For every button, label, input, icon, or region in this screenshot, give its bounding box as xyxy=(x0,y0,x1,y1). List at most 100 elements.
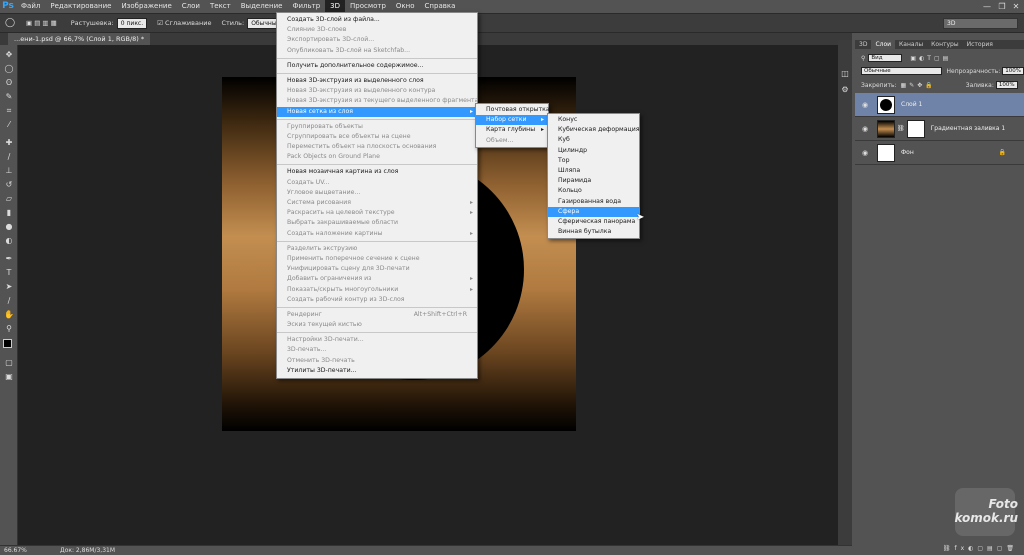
menu-item-cube[interactable]: Куб xyxy=(548,135,639,145)
menu-item[interactable]: Создать UV... xyxy=(277,178,477,188)
document-tab[interactable]: ...ени-1.psd @ 66,7% (Слой 1, RGB/8) * xyxy=(8,33,151,45)
menu-item[interactable]: Эскиз текущей кистью xyxy=(277,320,477,330)
menu-item-postcard[interactable]: Почтовая открытка xyxy=(476,105,550,115)
path-select-tool-icon[interactable]: ➤ xyxy=(3,281,15,292)
menu-item[interactable]: Раскрасить на целевой текстуре ▸ xyxy=(277,208,477,218)
move-tool-icon[interactable]: ✥ xyxy=(3,49,15,60)
menu-item[interactable]: Унифицировать сцену для 3D-печати xyxy=(277,264,477,274)
menu-item-cone[interactable]: Конус xyxy=(548,115,639,125)
menu-item[interactable]: Создать рабочий контур из 3D-слоя xyxy=(277,295,477,305)
minimize-icon[interactable]: — xyxy=(980,0,994,13)
layer-name[interactable]: Градиентная заливка 1 xyxy=(931,125,1006,132)
menu-item[interactable]: Новая мозаичная картина из слоя xyxy=(277,167,477,177)
type-tool-icon[interactable]: T xyxy=(3,267,15,278)
menu-item-pyramid[interactable]: Пирамида xyxy=(548,176,639,186)
history-panel-icon[interactable]: ◫ xyxy=(839,68,851,79)
brush-tool-icon[interactable]: ∕ xyxy=(3,151,15,162)
eraser-tool-icon[interactable]: ▱ xyxy=(3,193,15,204)
menu-item[interactable]: Опубликовать 3D-слой на Sketchfab... xyxy=(277,46,477,56)
menu-item[interactable]: Показать/скрыть многоугольники ▸ xyxy=(277,285,477,295)
blur-tool-icon[interactable]: ● xyxy=(3,221,15,232)
tab-channels[interactable]: Каналы xyxy=(895,40,927,49)
antialias-checkbox[interactable]: ☑ xyxy=(157,19,163,27)
foreground-color-swatch[interactable] xyxy=(3,339,12,348)
menu-item[interactable]: Слияние 3D-слоев xyxy=(277,25,477,35)
zoom-level[interactable]: 66.67% xyxy=(4,546,27,555)
menu-item[interactable]: Переместить объект на плоскость основани… xyxy=(277,142,477,152)
menu-item-soda-can[interactable]: Газированная вода xyxy=(548,197,639,207)
lasso-tool-icon[interactable]: ʘ xyxy=(3,77,15,88)
pen-tool-icon[interactable]: ✒ xyxy=(3,253,15,264)
layer-row[interactable]: ◉ Слой 1 xyxy=(855,93,1024,117)
menu-item[interactable]: Утилиты 3D-печати... xyxy=(277,366,477,376)
screen-mode-icon[interactable]: ▣ xyxy=(3,371,15,382)
kind-select[interactable]: Вид xyxy=(868,54,903,62)
history-brush-tool-icon[interactable]: ↺ xyxy=(3,179,15,190)
menu-item[interactable]: Новая 3D-экструзия из выделенного слоя xyxy=(277,76,477,86)
eye-icon[interactable]: ◉ xyxy=(859,101,871,109)
eye-icon[interactable]: ◉ xyxy=(859,149,871,157)
stamp-tool-icon[interactable]: ⊥ xyxy=(3,165,15,176)
menu-item[interactable]: Настройки 3D-печати... xyxy=(277,335,477,345)
menu-item[interactable]: Группировать объекты xyxy=(277,122,477,132)
layer-name[interactable]: Слой 1 xyxy=(901,101,922,108)
menu-item[interactable]: Сгруппировать все объекты на сцене xyxy=(277,132,477,142)
menu-item-torus[interactable]: Тор xyxy=(548,156,639,166)
menu-edit[interactable]: Редактирование xyxy=(45,0,116,13)
menu-item[interactable]: Отменить 3D-печать xyxy=(277,356,477,366)
tab-history[interactable]: История xyxy=(963,40,997,49)
menu-item-hat[interactable]: Шляпа xyxy=(548,166,639,176)
menu-type[interactable]: Текст xyxy=(205,0,236,13)
menu-item[interactable]: Угловое выцветание... xyxy=(277,188,477,198)
filter-icons[interactable]: ▣◐T▢▤ xyxy=(910,55,951,62)
tab-3d[interactable]: 3D xyxy=(855,40,871,49)
opacity-input[interactable]: 100% xyxy=(1002,67,1024,75)
selection-mode-icons[interactable]: ▣ ▤ ▥ ▦ xyxy=(26,19,57,27)
menu-image[interactable]: Изображение xyxy=(116,0,176,13)
menu-item[interactable]: Рендеринг Alt+Shift+Ctrl+R xyxy=(277,310,477,320)
tab-paths[interactable]: Контуры xyxy=(927,40,962,49)
menu-item[interactable]: Добавить ограничения из ▸ xyxy=(277,274,477,284)
feather-input[interactable]: 0 пикс. xyxy=(116,17,148,29)
menu-item[interactable]: Экспортировать 3D-слой... xyxy=(277,35,477,45)
menu-item[interactable]: Создать наложение картины ▸ xyxy=(277,229,477,239)
dodge-tool-icon[interactable]: ◐ xyxy=(3,235,15,246)
gradient-tool-icon[interactable]: ▮ xyxy=(3,207,15,218)
menu-item[interactable]: Система рисования ▸ xyxy=(277,198,477,208)
menu-item[interactable]: Pack Objects on Ground Plane xyxy=(277,152,477,162)
blend-mode-select[interactable]: Обычные xyxy=(861,67,943,75)
quick-mask-icon[interactable]: ▢ xyxy=(3,357,15,368)
eye-icon[interactable]: ◉ xyxy=(859,125,871,133)
menu-item-depth-map[interactable]: Карта глубины ▸ xyxy=(476,125,548,135)
healing-tool-icon[interactable]: ✚ xyxy=(3,137,15,148)
eyedropper-tool-icon[interactable]: ⁄ xyxy=(3,119,15,130)
tab-layers[interactable]: Слои xyxy=(871,40,896,49)
menu-item-wine-bottle[interactable]: Винная бутылка xyxy=(548,227,639,237)
zoom-tool-icon[interactable]: ⚲ xyxy=(3,323,15,334)
menu-item-sphere[interactable]: Сфера xyxy=(548,206,639,217)
crop-tool-icon[interactable]: ⌗ xyxy=(3,105,15,116)
menu-item-mesh-preset[interactable]: Набор сетки ▸ xyxy=(476,115,548,126)
menu-item-spherical-panorama[interactable]: Сферическая панорама xyxy=(548,217,639,227)
layer-row[interactable]: ◉ Фон 🔒 xyxy=(855,141,1024,165)
menu-item-ring[interactable]: Кольцо xyxy=(548,186,639,196)
layer-name[interactable]: Фон xyxy=(901,149,914,156)
close-icon[interactable]: ✕ xyxy=(1009,0,1023,13)
marquee-tool-icon[interactable]: ◯ xyxy=(3,63,15,74)
menu-item[interactable]: Новая 3D-экструзия из текущего выделенно… xyxy=(277,96,478,106)
line-tool-icon[interactable]: ∕ xyxy=(3,295,15,306)
lock-icons[interactable]: ▦✎✥🔒 xyxy=(901,82,936,89)
menu-item[interactable]: Создать 3D-слой из файла... xyxy=(277,15,477,25)
properties-panel-icon[interactable]: ⚙ xyxy=(839,84,851,95)
layer-row[interactable]: ◉ ⛓ Градиентная заливка 1 xyxy=(855,117,1024,141)
menu-item[interactable]: 3D-печать... xyxy=(277,345,477,355)
menu-item[interactable]: Выбрать закрашиваемые области xyxy=(277,218,477,228)
menu-item-volume[interactable]: Объем... xyxy=(476,136,548,146)
menu-item[interactable]: Получить дополнительное содержимое... xyxy=(277,61,477,71)
menu-item-cylinder[interactable]: Цилиндр xyxy=(548,146,639,156)
menu-item-cube-wrap[interactable]: Кубическая деформация xyxy=(548,125,639,135)
elliptical-marquee-icon[interactable]: ◯ xyxy=(4,18,16,29)
hand-tool-icon[interactable]: ✋ xyxy=(3,309,15,320)
menu-item[interactable]: Применить поперечное сечение к сцене xyxy=(277,254,477,264)
workspace-select[interactable]: 3D xyxy=(943,18,1018,29)
